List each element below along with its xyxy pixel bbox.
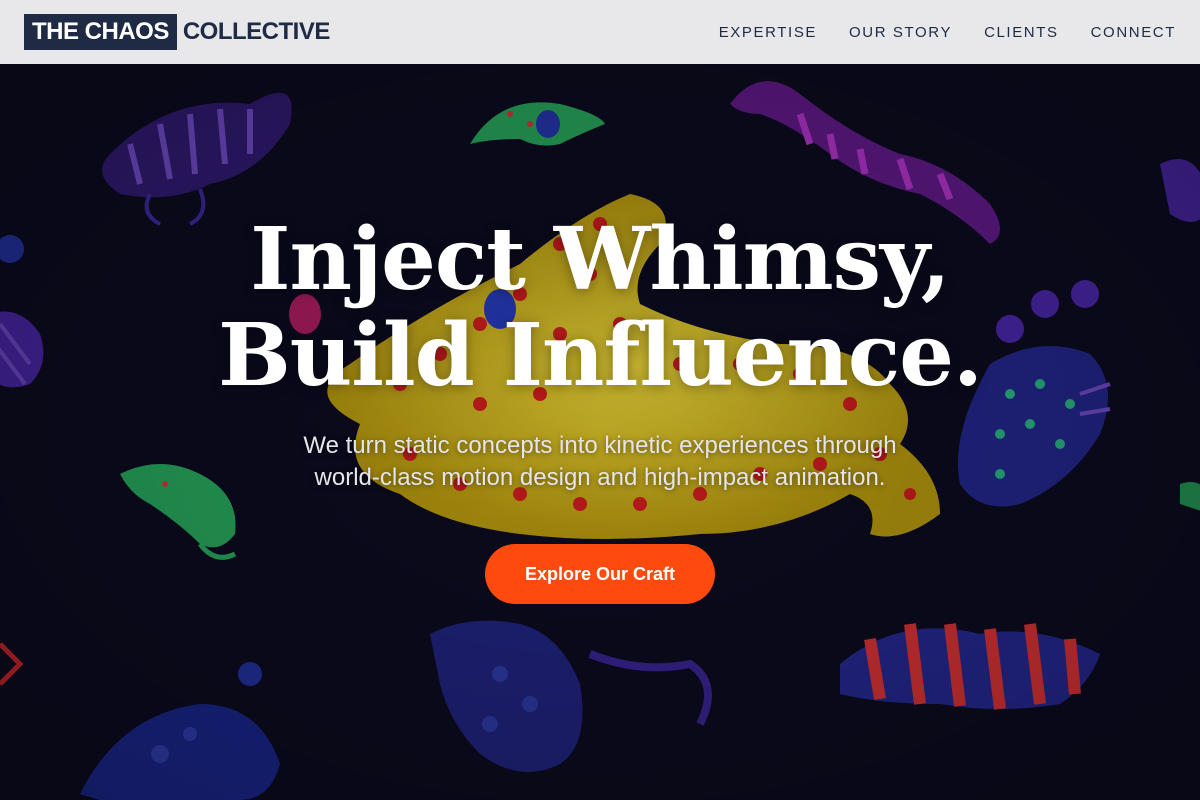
subtitle-line-1: We turn static concepts into kinetic exp…: [303, 432, 897, 459]
nav-link-clients[interactable]: CLIENTS: [984, 24, 1059, 41]
nav-link-expertise[interactable]: EXPERTISE: [719, 24, 817, 41]
logo-box-text: THE CHAOS: [24, 14, 177, 50]
top-navbar: THE CHAOS COLLECTIVE EXPERTISE OUR STORY…: [0, 0, 1200, 64]
headline-line-2: Build Influence.: [218, 305, 983, 406]
brand-logo[interactable]: THE CHAOS COLLECTIVE: [24, 14, 330, 50]
hero-headline: Inject Whimsy, Build Influence.: [218, 209, 983, 406]
hero-section: Inject Whimsy, Build Influence. We turn …: [0, 64, 1200, 800]
logo-rest-text: COLLECTIVE: [182, 18, 331, 45]
hero-content: Inject Whimsy, Build Influence. We turn …: [0, 64, 1200, 800]
explore-our-craft-button[interactable]: Explore Our Craft: [485, 544, 715, 604]
nav-link-connect[interactable]: CONNECT: [1091, 24, 1176, 41]
main-nav: EXPERTISE OUR STORY CLIENTS CONNECT: [719, 24, 1176, 41]
subtitle-line-2: world-class motion design and high-impac…: [314, 464, 886, 491]
headline-line-1: Inject Whimsy,: [250, 209, 950, 310]
nav-link-our-story[interactable]: OUR STORY: [849, 24, 952, 41]
hero-subtitle: We turn static concepts into kinetic exp…: [270, 430, 930, 494]
